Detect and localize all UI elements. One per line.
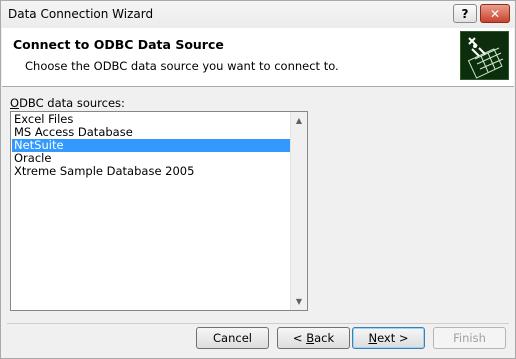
- next-label: Next >: [368, 331, 409, 345]
- page-title: Connect to ODBC Data Source: [13, 37, 224, 52]
- datasource-item[interactable]: Xtreme Sample Database 2005: [12, 165, 291, 178]
- datasource-item[interactable]: NetSuite: [12, 139, 291, 152]
- wizard-window: Data Connection Wizard ? ✕ Connect to OD…: [0, 0, 516, 359]
- data-connection-icon: [460, 31, 509, 80]
- close-icon: ✕: [489, 6, 501, 21]
- cancel-button[interactable]: Cancel: [196, 327, 269, 349]
- title-bar[interactable]: Data Connection Wizard ? ✕: [1, 1, 515, 28]
- vertical-scrollbar[interactable]: ▲ ▼: [290, 112, 307, 310]
- help-icon: ?: [461, 6, 469, 21]
- help-button[interactable]: ?: [453, 4, 477, 23]
- back-button[interactable]: < Back: [277, 327, 350, 349]
- window-title: Data Connection Wizard: [8, 7, 154, 21]
- datasource-list[interactable]: Excel Files MS Access Database NetSuite Ora…: [10, 111, 308, 311]
- scroll-up-icon[interactable]: ▲: [291, 112, 307, 129]
- datasources-label: ODBC data sources:: [10, 96, 125, 110]
- datasource-list-items: Excel Files MS Access Database NetSuite Ora…: [12, 113, 291, 178]
- next-button[interactable]: Next >: [352, 327, 425, 349]
- button-divider: [7, 323, 509, 324]
- scroll-down-icon[interactable]: ▼: [291, 293, 307, 310]
- close-button[interactable]: ✕: [480, 4, 510, 23]
- back-label: < Back: [292, 331, 335, 345]
- wizard-header: Connect to ODBC Data Source Choose the O…: [2, 28, 514, 87]
- finish-button[interactable]: Finish: [433, 327, 506, 349]
- page-subtitle: Choose the ODBC data source you want to …: [25, 59, 339, 73]
